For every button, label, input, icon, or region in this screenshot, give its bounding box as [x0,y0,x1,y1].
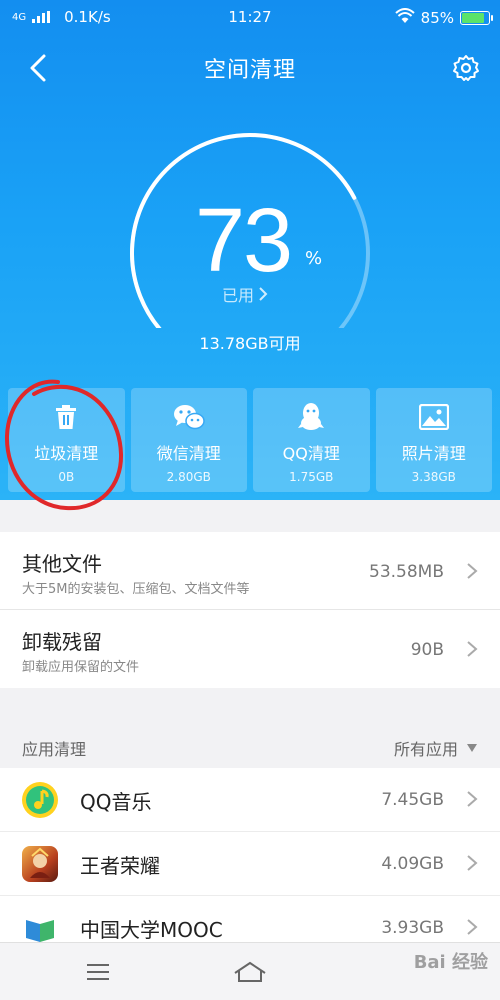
triangle-down-icon [467,744,477,752]
home-button[interactable] [230,957,270,987]
row-title: 卸载残留 [22,630,102,654]
qq-music-icon [22,782,58,818]
home-icon [234,961,266,982]
list-item-uninstall-residue[interactable]: 卸载残留 卸载应用保留的文件 90B [0,610,500,688]
app-name: 王者荣耀 [80,854,160,878]
chevron-right-icon [467,563,478,579]
menu-icon [87,964,109,980]
page-title: 空间清理 [203,58,296,83]
wechat-icon [173,402,205,432]
card-value: 2.80GB [166,470,211,484]
battery-percent: 85% [420,9,454,27]
card-label: 照片清理 [401,444,466,463]
menu-button[interactable] [78,957,118,987]
row-subtitle: 卸载应用保留的文件 [22,660,140,675]
qq-penguin-icon [295,402,327,432]
card-value: 0B [58,470,75,484]
app-name: 中国大学MOOC [80,918,223,942]
list-item-other-files[interactable]: 其他文件 大于5M的安装包、压缩包、文档文件等 53.58MB [0,532,500,610]
used-label: 已用 [222,286,255,305]
watermark: Bai 经验 [413,952,488,973]
filter-label: 所有应用 [393,740,458,759]
section-title: 应用清理 [22,740,87,759]
card-wechat-clean[interactable]: 微信清理 2.80GB [130,388,247,492]
app-size: 7.45GB [381,790,444,810]
wifi-icon [394,8,415,28]
card-label: 微信清理 [156,444,221,463]
photo-icon [418,402,450,432]
honor-of-kings-icon [22,846,58,882]
card-value: 1.75GB [289,470,334,484]
file-list: 其他文件 大于5M的安装包、压缩包、文档文件等 53.58MB 卸载残留 卸载应… [0,532,500,688]
chevron-right-icon [467,791,478,807]
app-size: 4.09GB [381,854,444,874]
app-size: 3.93GB [381,918,444,938]
card-junk-clean[interactable]: 垃圾清理 0B [8,388,125,492]
row-value: 90B [410,640,444,660]
available-space: 13.78GB可用 [199,334,301,353]
chevron-right-icon [467,641,478,657]
row-title: 其他文件 [22,552,102,576]
card-photo-clean[interactable]: 照片清理 3.38GB [375,388,492,492]
mooc-icon [22,910,58,946]
battery-icon [460,11,493,25]
row-value: 53.58MB [369,562,444,582]
app-clean-header: 应用清理 所有应用 [0,722,500,768]
card-label: QQ清理 [282,444,340,463]
list-item-app[interactable]: 王者荣耀 4.09GB [0,832,500,896]
list-item-app[interactable]: QQ音乐 7.45GB [0,768,500,832]
card-qq-clean[interactable]: QQ清理 1.75GB [253,388,370,492]
card-label: 垃圾清理 [34,444,99,463]
percent-unit: % [305,248,323,269]
trash-icon [50,402,82,432]
gear-icon [453,55,479,81]
used-percent: 73 [195,191,293,291]
chevron-right-icon [259,287,268,301]
card-value: 3.38GB [411,470,456,484]
app-filter-dropdown[interactable]: 所有应用 [394,736,478,760]
category-cards: 垃圾清理 0B 微信清理 2.80GB QQ清理 1.75GB 照片清理 3.3… [8,388,492,492]
chevron-right-icon [467,855,478,871]
chevron-right-icon [467,919,478,935]
title-bar: 空间清理 [0,40,500,96]
used-link[interactable]: 已用 [222,282,268,306]
settings-button[interactable] [448,50,484,86]
status-bar: 4G 0.1K/s 11:27 85% [0,0,500,36]
app-name: QQ音乐 [80,790,152,814]
row-subtitle: 大于5M的安装包、压缩包、文档文件等 [22,582,250,597]
